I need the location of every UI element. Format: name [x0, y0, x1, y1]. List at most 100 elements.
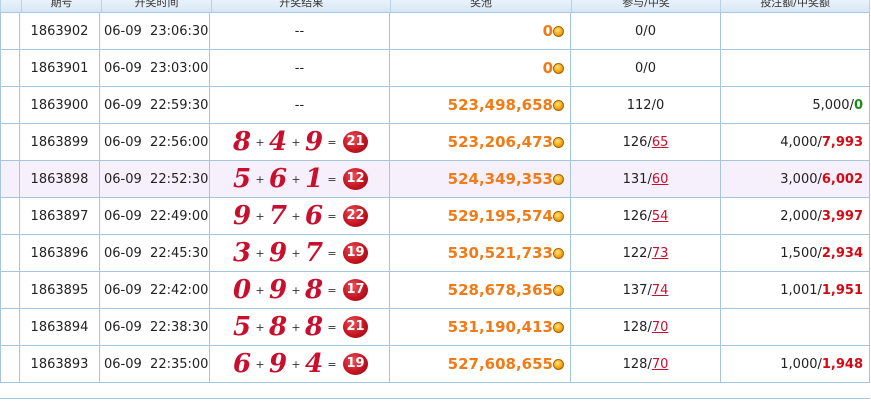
plus-sign: +: [255, 357, 265, 371]
result-digit-2: 4: [268, 127, 288, 157]
bet-win: [721, 13, 870, 49]
winners-link[interactable]: 70: [652, 320, 669, 335]
table-body: 1863902 06-09 23:06:30 -- 0 0/0 1863901 06-09 …: [0, 13, 870, 383]
participants-count: 0: [635, 23, 644, 39]
time-gap: [142, 357, 150, 372]
results-table: 期号 开奖时间 开奖结果 奖池 参与/中奖 投注额/中奖额 1863902 06-…: [0, 0, 870, 383]
result-digit-2: 8: [268, 312, 288, 342]
time-gap: [142, 24, 150, 39]
pool-amount: 527,608,655: [447, 355, 553, 373]
time-gap: [142, 209, 150, 224]
participants-count: 112: [626, 97, 652, 113]
draw-time: 06-09 22:52:30: [100, 161, 210, 197]
bet-amount: 2,000: [780, 208, 818, 224]
header-result: 开奖结果: [212, 0, 392, 12]
draw-clock: 23:03:00: [150, 60, 209, 76]
winners-link[interactable]: 70: [652, 357, 669, 372]
red-ball-icon: 19: [343, 353, 368, 375]
draw-result: 3 +9 +7 = 19: [210, 235, 390, 271]
winners-link[interactable]: 60: [652, 172, 669, 187]
prize-pool: 528,678,365: [390, 272, 571, 308]
prize-pool: 530,521,733: [390, 235, 571, 271]
draw-result: 5 +8 +8 = 21: [210, 309, 390, 345]
gold-coin-icon: [553, 25, 564, 37]
plus-sign: +: [255, 320, 265, 334]
draw-result: 5 +6 +1 = 12: [210, 161, 390, 197]
issue-number: 1863901: [20, 50, 100, 86]
pool-amount: 0: [542, 59, 553, 77]
plus-sign: +: [291, 320, 301, 334]
result-digit-1: 3: [232, 238, 252, 268]
bet-win: 1,001/1,951: [721, 272, 870, 308]
bet-win: 1,500/2,934: [721, 235, 870, 271]
table-row: 1863897 06-09 22:49:00 9 +7 +6 = 22 529,195,574…: [0, 198, 870, 235]
plus-sign: +: [291, 246, 301, 260]
draw-time: 06-09 22:56:00: [100, 124, 210, 160]
issue-number: 1863896: [20, 235, 100, 271]
prize-pool: 531,190,413: [390, 309, 571, 345]
result-digit-2: 9: [268, 349, 288, 379]
issue-number: 1863899: [20, 124, 100, 160]
participants-count: 126: [622, 208, 648, 224]
won-amount: 1,948: [821, 356, 863, 372]
gold-coin-icon: [553, 99, 564, 111]
result-digit-1: 5: [232, 312, 252, 342]
prize-pool: 0: [390, 13, 571, 49]
time-gap: [142, 135, 150, 150]
plus-sign: +: [291, 283, 301, 297]
header-pool: 奖池: [391, 0, 572, 12]
equals-sign: =: [327, 209, 337, 223]
no-result: --: [294, 60, 305, 76]
plus-sign: +: [255, 172, 265, 186]
draw-date: 06-09: [104, 282, 142, 298]
draw-date: 06-09: [104, 97, 142, 113]
draw-time: 06-09 22:42:00: [100, 272, 210, 308]
result-digit-1: 9: [232, 201, 252, 231]
bet-amount: 1,500: [780, 245, 818, 261]
gold-coin-icon: [553, 173, 564, 185]
result-digit-2: 9: [268, 238, 288, 268]
draw-date: 06-09: [104, 60, 142, 76]
draw-time: 06-09 22:59:30: [100, 87, 210, 123]
prize-pool: 523,498,658: [390, 87, 571, 123]
participation: 131/60: [571, 161, 721, 197]
bet-win: 4,000/7,993: [721, 124, 870, 160]
won-amount: 1,951: [821, 282, 863, 298]
winners-link[interactable]: 65: [652, 135, 669, 150]
bet-win: 2,000/3,997: [721, 198, 870, 234]
draw-clock: 22:56:00: [150, 134, 209, 150]
gold-coin-icon: [553, 247, 564, 259]
winners-link[interactable]: 73: [652, 246, 669, 261]
participation: 0/0: [571, 50, 721, 86]
time-gap: [142, 172, 150, 187]
pool-amount: 523,206,473: [447, 133, 553, 151]
participants-count: 131: [622, 171, 648, 187]
plus-sign: +: [291, 135, 301, 149]
draw-date: 06-09: [104, 319, 142, 335]
bet-amount: 4,000: [780, 134, 818, 150]
winners-link: 0: [647, 23, 656, 39]
bet-win: 3,000/6,002: [721, 161, 870, 197]
won-amount: 2,934: [821, 245, 863, 261]
draw-clock: 22:42:00: [150, 282, 209, 298]
participation: 0/0: [571, 13, 721, 49]
issue-number: 1863897: [20, 198, 100, 234]
winners-link[interactable]: 74: [652, 283, 669, 298]
participation: 126/65: [571, 124, 721, 160]
result-digit-1: 0: [232, 275, 252, 305]
no-result: --: [294, 23, 305, 39]
prize-pool: 529,195,574: [390, 198, 571, 234]
plus-sign: +: [291, 357, 301, 371]
draw-result: 0 +9 +8 = 17: [210, 272, 390, 308]
gold-coin-icon: [553, 321, 564, 333]
red-ball-icon: 12: [343, 168, 368, 190]
winners-link[interactable]: 54: [652, 209, 669, 224]
lottery-results-page: 期号 开奖时间 开奖结果 奖池 参与/中奖 投注额/中奖额 1863902 06-…: [0, 0, 871, 405]
won-amount: 3,997: [821, 208, 863, 224]
draw-date: 06-09: [104, 208, 142, 224]
table-row: 1863901 06-09 23:03:00 -- 0 0/0: [0, 50, 870, 87]
bet-amount: 1,001: [780, 282, 818, 298]
result-digit-3: 4: [304, 349, 324, 379]
result-digit-3: 7: [304, 238, 324, 268]
issue-number: 1863895: [20, 272, 100, 308]
